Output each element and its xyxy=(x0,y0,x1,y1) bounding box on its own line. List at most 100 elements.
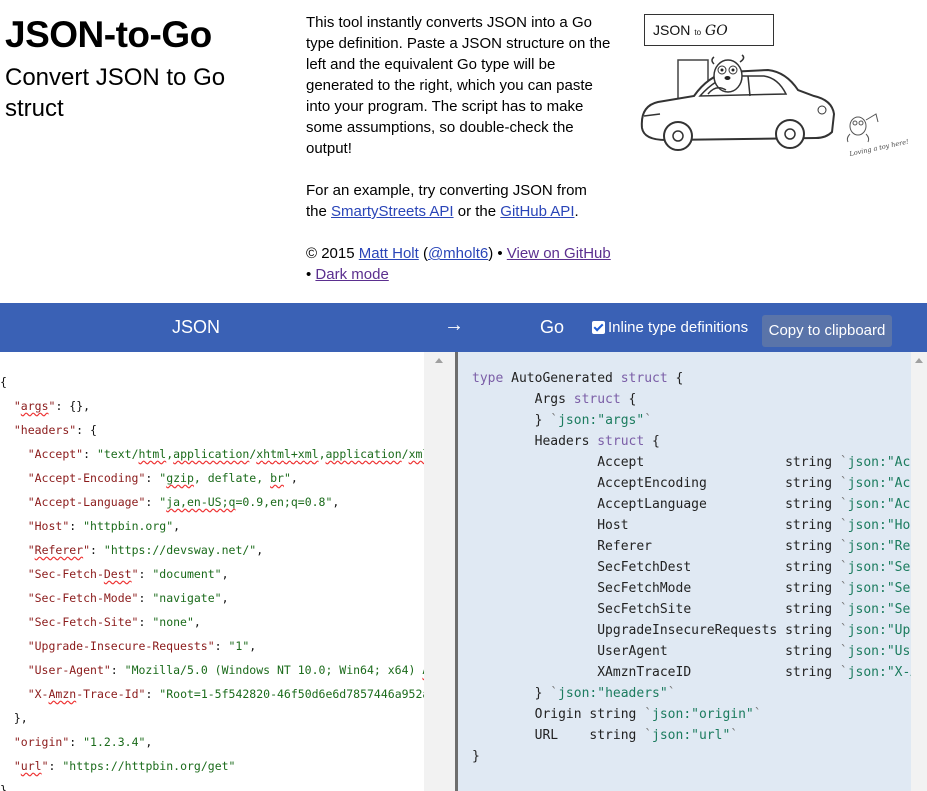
code-token: args xyxy=(20,399,49,413)
json-line: "args": {}, xyxy=(0,394,455,418)
code-token: "User-Agent" xyxy=(27,663,111,677)
json-pane-scrollbar[interactable] xyxy=(424,352,455,791)
go-line: Origin string `json:"origin"` xyxy=(472,704,911,725)
code-token: json:"X-Amzn-Trace-Id" xyxy=(847,665,911,680)
go-output-pane[interactable]: type AutoGenerated struct { Args struct … xyxy=(458,352,911,791)
smartystreets-link[interactable]: SmartyStreets API xyxy=(331,203,454,220)
code-token: "origin" xyxy=(13,735,70,749)
code-token: "text/ xyxy=(96,447,139,461)
code-token: AutoGenerated xyxy=(503,371,621,386)
go-line: Args struct { xyxy=(472,389,911,410)
code-token: SecFetchMode string xyxy=(472,581,840,596)
go-line: } `json:"args"` xyxy=(472,410,911,431)
view-on-github-link[interactable]: View on GitHub xyxy=(507,245,611,262)
code-token: ` xyxy=(667,686,676,701)
json-line: "Upgrade-Insecure-Requests": "1", xyxy=(0,634,455,658)
code-token: : xyxy=(214,639,229,653)
code-token: "https://httpbin.org/get" xyxy=(62,759,236,773)
code-token: , xyxy=(318,447,326,461)
code-token: UserAgent string xyxy=(472,644,840,659)
code-token: -Trace-Id" xyxy=(76,687,146,701)
json-line: { xyxy=(0,370,455,394)
code-token: Referer xyxy=(34,543,84,557)
code-token: , xyxy=(173,519,181,533)
code-token: struct xyxy=(573,392,621,407)
go-line: SecFetchMode string `json:"Sec-Fetch-Mod… xyxy=(472,578,911,599)
scroll-up-icon[interactable] xyxy=(915,358,923,363)
code-token: "Sec-Fetch- xyxy=(27,567,104,581)
go-line: UserAgent string `json:"User-Agent"` xyxy=(472,641,911,662)
code-token: ` xyxy=(730,728,739,743)
code-token: ` xyxy=(839,560,848,575)
code-token: json:"Sec-Fetch-Dest" xyxy=(847,560,911,575)
code-token: XAmznTraceID string xyxy=(472,665,840,680)
inline-type-definitions-toggle[interactable]: Inline type definitions xyxy=(592,319,748,336)
code-token: " xyxy=(13,399,21,413)
code-token: json:"origin" xyxy=(652,707,754,722)
code-token: : xyxy=(138,615,153,629)
code-token: : xyxy=(145,471,160,485)
example-mid: or the xyxy=(453,203,501,220)
code-token: ` xyxy=(644,413,653,428)
inline-checkbox[interactable] xyxy=(592,321,605,334)
bullet-separator: • xyxy=(306,266,316,283)
code-token: AcceptLanguage string xyxy=(472,497,840,512)
code-token: , deflate, xyxy=(193,471,271,485)
description-text: This tool instantly converts JSON into a… xyxy=(306,14,611,157)
code-token: json:"Sec-Fetch-Mode" xyxy=(847,581,911,596)
code-token: gzip xyxy=(166,471,194,485)
gopher-caption: Loving a toy here! xyxy=(848,138,910,159)
code-token: { xyxy=(644,434,660,449)
code-token: xhtml+xml xyxy=(256,447,319,461)
go-line: Accept string `json:"Accept"` xyxy=(472,452,911,473)
dark-mode-link[interactable]: Dark mode xyxy=(315,266,388,283)
go-line: XAmznTraceID string `json:"X-Amzn-Trace-… xyxy=(472,662,911,683)
code-token: : xyxy=(69,519,84,533)
code-token: ` xyxy=(839,455,848,470)
code-token: application xyxy=(173,447,250,461)
json-line: "Sec-Fetch-Site": "none", xyxy=(0,610,455,634)
code-token: " xyxy=(27,543,35,557)
code-token: application xyxy=(325,447,402,461)
scroll-up-icon[interactable] xyxy=(435,358,443,363)
code-token: =0.9,en;q=0.8" xyxy=(235,495,333,509)
go-line: AcceptLanguage string `json:"Accept-Lang… xyxy=(472,494,911,515)
json-input-pane[interactable]: { "args": {}, "headers": { "Accept": "te… xyxy=(0,352,455,791)
code-token: json:"User-Agent" xyxy=(847,644,911,659)
code-token: "Accept" xyxy=(27,447,84,461)
code-token: "X- xyxy=(27,687,49,701)
code-token: json:"args" xyxy=(558,413,645,428)
code-token: ` xyxy=(644,728,653,743)
go-line: AcceptEncoding string `json:"Accept-Enco… xyxy=(472,473,911,494)
code-token: Host string xyxy=(472,518,840,533)
json-input-editor[interactable]: { "args": {}, "headers": { "Accept": "te… xyxy=(0,370,455,791)
code-token: "Host" xyxy=(27,519,70,533)
code-token: UpgradeInsecureRequests string xyxy=(472,623,840,638)
code-token: ` xyxy=(753,707,762,722)
json-line: "Referer": "https://devsway.net/", xyxy=(0,538,455,562)
code-token: Headers xyxy=(472,434,598,449)
code-token: }, xyxy=(0,711,28,725)
code-token: SecFetchSite string xyxy=(472,602,840,617)
code-token: ` xyxy=(839,497,848,512)
code-token: url xyxy=(20,759,42,773)
json-line: "origin": "1.2.3.4", xyxy=(0,730,455,754)
go-output-editor[interactable]: type AutoGenerated struct { Args struct … xyxy=(472,368,911,767)
twitter-handle-link[interactable]: @mholt6 xyxy=(428,245,488,262)
code-token: struct xyxy=(597,434,645,449)
code-token: " xyxy=(41,759,49,773)
github-api-link[interactable]: GitHub API xyxy=(500,203,574,220)
code-token: : xyxy=(145,495,160,509)
go-pane-scrollbar[interactable] xyxy=(911,352,927,791)
code-token: , xyxy=(145,735,153,749)
author-link[interactable]: Matt Holt xyxy=(359,245,419,262)
copy-to-clipboard-button[interactable]: Copy to clipboard xyxy=(762,315,892,347)
code-token: , xyxy=(193,615,201,629)
code-token: ` xyxy=(839,581,848,596)
